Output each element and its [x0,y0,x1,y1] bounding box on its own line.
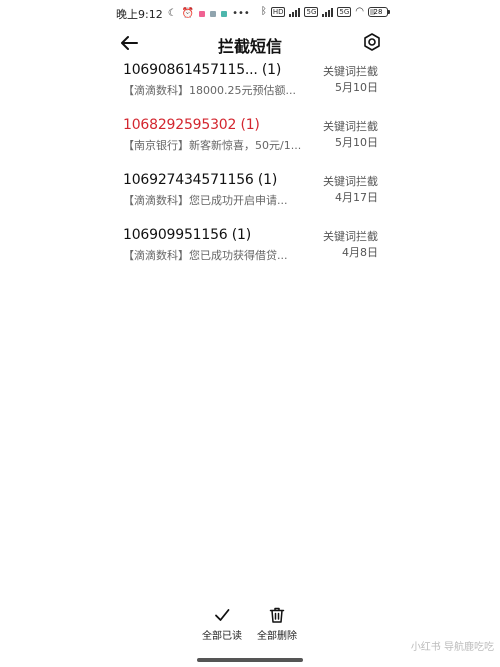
signal-icon [322,7,334,17]
sender-number: 106927434571156 (1) [123,172,278,188]
message-preview: 【滴滴数科】18000.25元预估额... [123,84,296,97]
block-reason: 关键词拦截 [323,65,378,78]
message-preview: 【南京银行】新客新惊喜，50元/1... [123,139,302,152]
page-title: 拦截短信 [217,37,282,56]
network-type-badge: 5G [337,7,352,17]
signal-icon [289,7,301,17]
message-date: 4月8日 [342,246,378,259]
delete-all-label: 全部删除 [257,631,297,642]
trash-icon [269,607,285,623]
moon-icon: ☾ [167,8,177,19]
block-reason: 关键词拦截 [323,230,378,243]
mark-all-read-button[interactable]: 全部已读 [192,606,252,642]
watermark: 小红书 导航鹿吃吃 [410,642,494,653]
message-preview: 【滴滴数科】您已成功开启申请... [123,194,288,207]
sender-number: 106909951156 (1) [123,227,251,243]
sender-number: 1068292595302 (1) [123,117,260,133]
message-date: 5月10日 [335,136,378,149]
more-notifications-icon: ••• [232,8,250,19]
notification-icon [210,11,217,17]
bluetooth-icon: ᛒ [260,6,267,17]
message-date: 5月10日 [335,81,378,94]
checkmark-icon [215,609,230,621]
message-item[interactable]: 1068292595302 (1) 【南京银行】新客新惊喜，50元/1... 关… [118,115,382,165]
message-item[interactable]: 10690861457115... (1) 【滴滴数科】18000.25元预估额… [118,60,382,110]
message-date: 4月17日 [335,191,378,204]
battery-level: 28 [373,8,383,16]
message-item[interactable]: 106927434571156 (1) 【滴滴数科】您已成功开启申请... 关键… [118,170,382,220]
settings-button[interactable] [362,32,384,54]
block-reason: 关键词拦截 [323,120,378,133]
hd-icon: HD [270,7,286,17]
status-time: 晚上9:12 [116,8,163,21]
message-item[interactable]: 106909951156 (1) 【滴滴数科】您已成功获得借贷... 关键词拦截… [118,225,382,275]
status-bar: 晚上9:12 ☾ ⏰ ••• ᛒ HD 5G 5G ◠ 28 [0,0,500,26]
notification-icon [199,11,206,17]
alarm-icon: ⏰ [181,8,195,19]
mark-all-read-label: 全部已读 [202,631,242,642]
notification-icon [221,11,228,17]
wifi-icon: ◠ [355,6,364,17]
home-indicator[interactable] [197,658,303,662]
sender-number: 10690861457115... (1) [123,62,282,78]
block-reason: 关键词拦截 [323,175,378,188]
settings-hex-icon [364,33,380,51]
message-preview: 【滴滴数科】您已成功获得借贷... [123,249,288,262]
app-bar: 拦截短信 [0,28,500,60]
battery-icon: 28 [368,7,390,17]
delete-all-button[interactable]: 全部删除 [247,606,307,642]
network-type-badge: 5G [304,7,319,17]
